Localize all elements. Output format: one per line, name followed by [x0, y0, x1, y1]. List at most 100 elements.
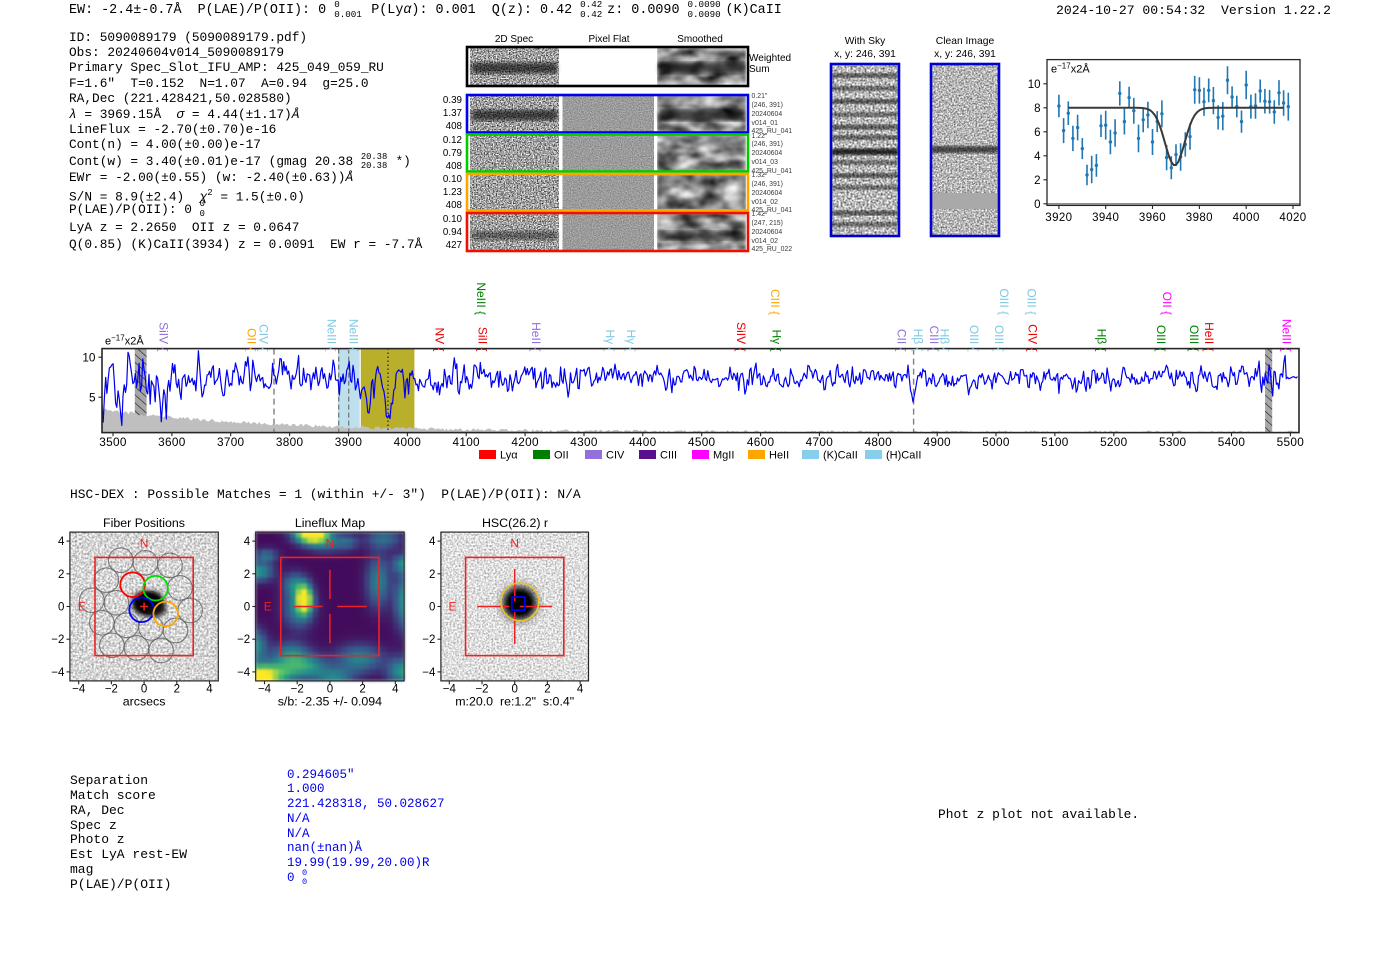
- svg-text:NeIII {: NeIII {: [346, 319, 360, 352]
- svg-text:2: 2: [244, 569, 250, 581]
- svg-text:3940: 3940: [1092, 212, 1119, 224]
- svg-text:2: 2: [174, 684, 180, 696]
- svg-text:0: 0: [429, 602, 435, 614]
- svg-text:5200: 5200: [1100, 435, 1128, 449]
- svg-text:OII: OII: [554, 450, 569, 462]
- svg-text:3980: 3980: [1186, 212, 1213, 224]
- svg-text:OII {: OII {: [1160, 292, 1174, 315]
- svg-text:5100: 5100: [1041, 435, 1069, 449]
- svg-text:−4: −4: [51, 667, 65, 679]
- svg-text:4: 4: [206, 684, 213, 696]
- svg-text:−4: −4: [422, 667, 436, 679]
- svg-text:−2: −2: [105, 684, 118, 696]
- svg-text:3800: 3800: [276, 435, 304, 449]
- svg-text:Hγ {: Hγ {: [603, 329, 617, 351]
- svg-text:s/b: -2.35 +/- 0.094: s/b: -2.35 +/- 0.094: [278, 694, 382, 708]
- svg-text:3900: 3900: [335, 435, 363, 449]
- svg-text:4700: 4700: [806, 435, 834, 449]
- svg-text:HeII: HeII: [769, 450, 789, 462]
- svg-text:CIV {: CIV {: [257, 324, 271, 351]
- svg-text:4: 4: [392, 684, 399, 696]
- svg-text:4600: 4600: [747, 435, 775, 449]
- svg-text:NV {: NV {: [433, 327, 447, 351]
- svg-text:(H)CaII: (H)CaII: [886, 450, 921, 462]
- svg-text:arcsecs: arcsecs: [123, 694, 166, 708]
- svg-text:CIV {: CIV {: [1026, 324, 1040, 351]
- svg-text:OIII {: OIII {: [967, 325, 981, 352]
- svg-text:Hγ {: Hγ {: [624, 329, 638, 351]
- svg-text:4: 4: [577, 684, 584, 696]
- svg-text:3700: 3700: [217, 435, 245, 449]
- svg-text:4000: 4000: [394, 435, 422, 449]
- svg-text:OIII {: OIII {: [1187, 325, 1201, 352]
- svg-text:e−17x2Å: e−17x2Å: [105, 334, 144, 348]
- svg-text:CIV: CIV: [606, 450, 625, 462]
- svg-text:5: 5: [89, 390, 96, 404]
- svg-text:OIII {: OIII {: [1025, 288, 1039, 315]
- svg-text:Hβ {: Hβ {: [1095, 329, 1109, 352]
- svg-text:HeII {: HeII {: [1202, 322, 1216, 351]
- svg-text:10: 10: [82, 350, 96, 364]
- svg-text:CII {: CII {: [895, 329, 909, 352]
- svg-text:4: 4: [429, 536, 436, 548]
- svg-text:CIII: CIII: [660, 450, 677, 462]
- svg-text:4900: 4900: [923, 435, 951, 449]
- svg-text:E: E: [78, 600, 86, 614]
- svg-text:E: E: [264, 600, 272, 614]
- svg-text:3960: 3960: [1139, 212, 1166, 224]
- svg-text:E: E: [448, 600, 456, 614]
- svg-text:4100: 4100: [452, 435, 480, 449]
- svg-text:Hβ {: Hβ {: [938, 329, 952, 352]
- svg-text:5000: 5000: [982, 435, 1010, 449]
- svg-text:−2: −2: [237, 634, 250, 646]
- svg-text:3920: 3920: [1045, 212, 1072, 224]
- svg-text:4000: 4000: [1233, 212, 1260, 224]
- svg-text:SiII {: SiII {: [475, 327, 489, 352]
- svg-text:e−17x2Å: e−17x2Å: [1051, 62, 1090, 76]
- svg-text:4800: 4800: [865, 435, 893, 449]
- svg-text:Hβ {: Hβ {: [911, 329, 925, 352]
- svg-text:Lyα: Lyα: [500, 450, 518, 462]
- svg-text:5400: 5400: [1218, 435, 1246, 449]
- svg-text:4: 4: [1034, 151, 1041, 163]
- svg-text:m:20.0 re:1.2" s:0.4": m:20.0 re:1.2" s:0.4": [455, 694, 574, 708]
- svg-text:4: 4: [244, 536, 251, 548]
- svg-text:4: 4: [58, 536, 65, 548]
- svg-text:6: 6: [1034, 127, 1040, 139]
- svg-text:OIII {: OIII {: [997, 288, 1011, 315]
- svg-text:−4: −4: [237, 667, 251, 679]
- svg-text:4020: 4020: [1279, 212, 1306, 224]
- svg-text:8: 8: [1034, 103, 1040, 115]
- svg-text:OII {: OII {: [245, 328, 259, 351]
- svg-text:0: 0: [244, 602, 250, 614]
- svg-text:3500: 3500: [99, 435, 127, 449]
- svg-text:4300: 4300: [570, 435, 598, 449]
- svg-text:SiIV {: SiIV {: [734, 322, 748, 351]
- svg-text:0: 0: [58, 602, 64, 614]
- svg-text:4500: 4500: [688, 435, 716, 449]
- svg-text:5300: 5300: [1159, 435, 1187, 449]
- svg-text:OIII {: OIII {: [992, 325, 1006, 352]
- svg-text:NeIII {: NeIII {: [325, 319, 339, 352]
- svg-text:N: N: [140, 537, 149, 551]
- svg-text:2: 2: [58, 569, 64, 581]
- svg-text:2: 2: [1034, 175, 1040, 187]
- svg-text:NeIII {: NeIII {: [1280, 319, 1294, 352]
- svg-text:4400: 4400: [629, 435, 657, 449]
- svg-text:−2: −2: [422, 634, 435, 646]
- svg-text:N: N: [510, 537, 519, 551]
- svg-text:Hγ {: Hγ {: [770, 329, 784, 351]
- svg-text:HeII {: HeII {: [529, 322, 543, 351]
- svg-text:CIII {: CIII {: [768, 289, 782, 315]
- svg-text:SiIV {: SiIV {: [156, 322, 170, 351]
- svg-text:−2: −2: [51, 634, 64, 646]
- svg-text:NeIII {: NeIII {: [474, 282, 488, 315]
- svg-text:−4: −4: [258, 684, 272, 696]
- svg-text:2: 2: [429, 569, 435, 581]
- svg-text:−4: −4: [72, 684, 86, 696]
- svg-text:3600: 3600: [158, 435, 186, 449]
- svg-text:4200: 4200: [511, 435, 539, 449]
- svg-text:(K)CaII: (K)CaII: [823, 450, 858, 462]
- svg-text:N: N: [326, 537, 335, 551]
- svg-text:0: 0: [1034, 199, 1040, 211]
